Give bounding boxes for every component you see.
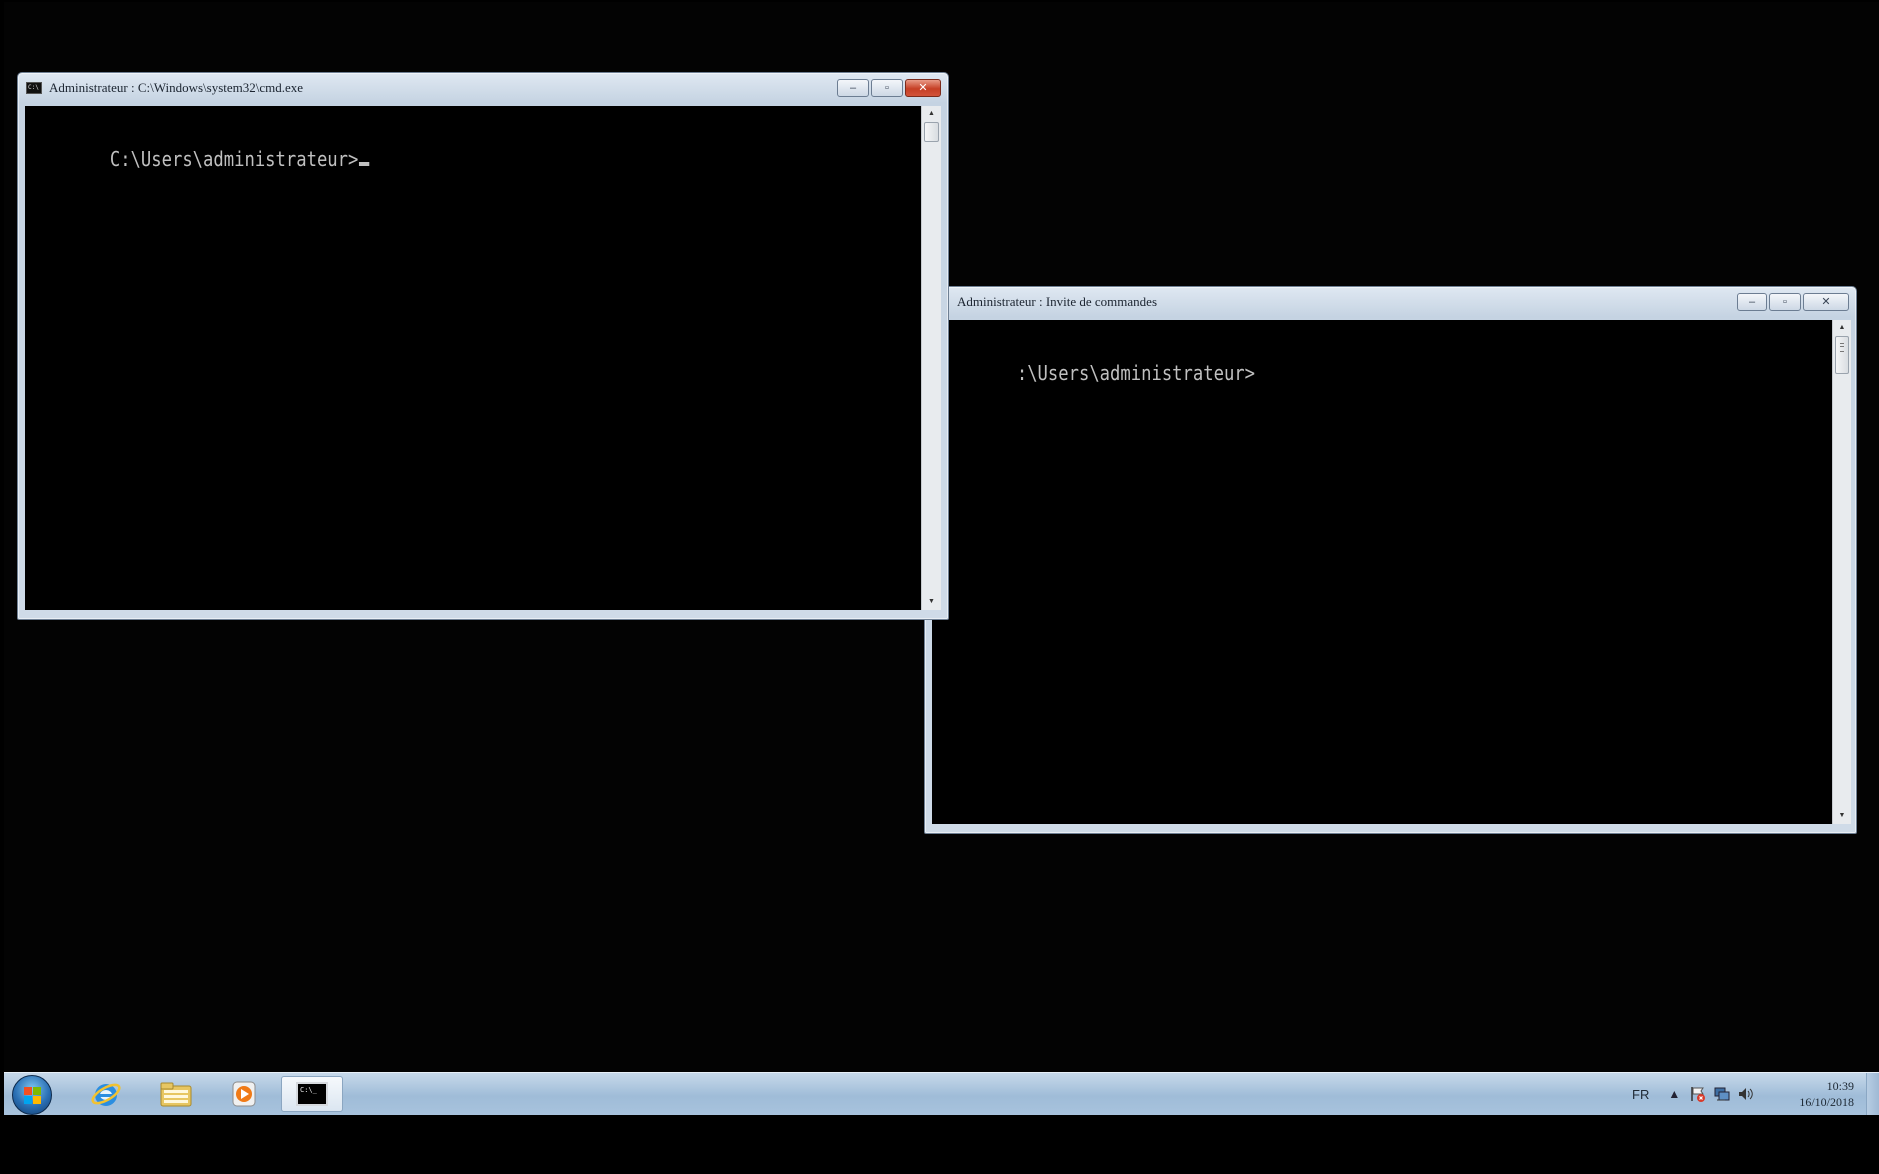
media-player-icon — [232, 1081, 256, 1107]
grip-icon — [1840, 343, 1844, 352]
folder-icon — [160, 1082, 192, 1107]
taskbar-clock[interactable]: 10:39 16/10/2018 — [1782, 1078, 1854, 1110]
titlebar[interactable]: C:\ Administrateur : C:\Windows\system32… — [17, 72, 949, 102]
maximize-icon: ▫ — [1783, 295, 1787, 308]
titlebar[interactable]: Administrateur : Invite de commandes – ▫… — [924, 286, 1857, 316]
close-icon: ✕ — [918, 81, 928, 94]
clock-date: 16/10/2018 — [1799, 1095, 1854, 1109]
scroll-down-arrow-icon[interactable]: ▼ — [1833, 808, 1851, 824]
taskbar-command-prompt[interactable]: C:\_ — [281, 1076, 343, 1112]
vertical-scrollbar[interactable]: ▲ ▼ — [1832, 320, 1851, 824]
window-title: Administrateur : C:\Windows\system32\cmd… — [49, 80, 304, 95]
console-area[interactable]: :\Users\administrateur> — [932, 320, 1832, 824]
close-icon: ✕ — [1821, 295, 1831, 308]
start-button[interactable] — [12, 1075, 52, 1115]
taskbar: C:\_ FR ▲ 10:39 16/10/2018 — [4, 1072, 1879, 1115]
minimize-icon: – — [1748, 295, 1756, 308]
ie-icon — [91, 1083, 121, 1106]
cmd-window-icon: C:\ — [26, 82, 42, 94]
close-button[interactable]: ✕ — [905, 79, 941, 97]
clock-time: 10:39 — [1826, 1079, 1854, 1093]
cmd-icon-label: C:\_ — [300, 1086, 317, 1094]
scroll-up-arrow-icon[interactable]: ▲ — [1833, 320, 1851, 336]
cmd-icon: C:\_ — [296, 1082, 328, 1106]
action-center-flag-icon[interactable] — [1689, 1085, 1707, 1103]
cmd-window-system32[interactable]: C:\ Administrateur : C:\Windows\system32… — [17, 72, 949, 620]
cmd-window-invite-de-commandes[interactable]: Administrateur : Invite de commandes – ▫… — [924, 286, 1857, 834]
taskbar-internet-explorer[interactable] — [80, 1076, 132, 1112]
scroll-thumb[interactable] — [924, 122, 939, 142]
scroll-thumb[interactable] — [1835, 336, 1849, 374]
minimize-button[interactable]: – — [837, 79, 869, 97]
maximize-icon: ▫ — [885, 81, 889, 94]
prompt-text: C:\Users\administrateur> — [109, 147, 359, 171]
console-prompt: C:\Users\administrateur> — [27, 123, 370, 195]
windows-logo-icon — [24, 1087, 42, 1105]
console-area[interactable]: C:\Users\administrateur> — [25, 106, 921, 610]
screen: Administrateur : Invite de commandes – ▫… — [0, 0, 1879, 1174]
scroll-down-arrow-icon[interactable]: ▼ — [922, 594, 941, 610]
language-indicator[interactable]: FR — [1632, 1087, 1649, 1102]
minimize-icon: – — [849, 81, 857, 94]
taskbar-media-player[interactable] — [218, 1076, 270, 1112]
prompt-text: :\Users\administrateur> — [1016, 361, 1256, 385]
close-button[interactable]: ✕ — [1803, 293, 1849, 311]
network-icon[interactable] — [1713, 1085, 1731, 1103]
text-cursor — [359, 162, 370, 166]
volume-icon[interactable] — [1737, 1085, 1755, 1103]
window-title: Administrateur : Invite de commandes — [957, 294, 1158, 309]
maximize-button[interactable]: ▫ — [871, 79, 903, 97]
maximize-button[interactable]: ▫ — [1769, 293, 1801, 311]
show-hidden-icons-arrow-icon[interactable]: ▲ — [1665, 1085, 1683, 1103]
vertical-scrollbar[interactable]: ▲ ▼ — [921, 106, 941, 610]
minimize-button[interactable]: – — [1737, 293, 1767, 311]
cmd-icon-label: C:\ — [28, 84, 39, 91]
scroll-up-arrow-icon[interactable]: ▲ — [922, 106, 941, 122]
show-desktop-button[interactable] — [1866, 1073, 1879, 1115]
console-prompt: :\Users\administrateur> — [934, 337, 1255, 409]
taskbar-windows-explorer[interactable] — [150, 1076, 202, 1112]
